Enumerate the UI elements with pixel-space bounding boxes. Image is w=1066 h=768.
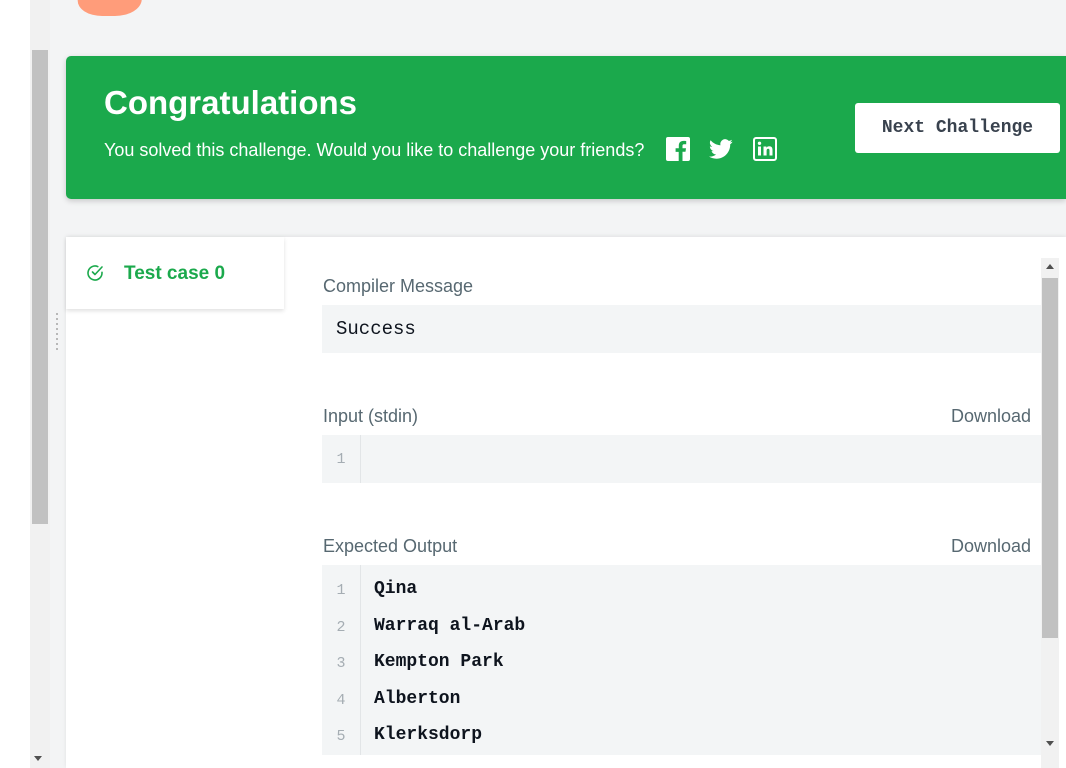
- expected-output-box: 1 Qina 2 Warraq al-Arab 3 Kempton Park 4…: [322, 565, 1041, 755]
- banner-title: Congratulations: [104, 84, 357, 121]
- results-scrollbar-thumb[interactable]: [1042, 278, 1058, 638]
- scroll-up-arrow[interactable]: [1046, 264, 1054, 269]
- input-label: Input (stdin): [323, 406, 419, 426]
- input-download-link[interactable]: Download: [951, 406, 1031, 427]
- output-line: Warraq al-Arab: [374, 616, 526, 636]
- tab-test-case-0[interactable]: Test case 0: [66, 237, 284, 309]
- output-line: Qina: [374, 579, 418, 599]
- linkedin-icon[interactable]: [753, 137, 777, 161]
- compiler-message-label: Compiler Message: [323, 276, 474, 296]
- input-box: 1: [322, 435, 1041, 483]
- congratulations-banner: Congratulations You solved this challeng…: [66, 56, 1066, 199]
- compiler-message-text: Success: [336, 318, 416, 340]
- panel-resize-handle[interactable]: [56, 313, 62, 353]
- left-margin: [0, 0, 30, 768]
- output-line: Kempton Park: [374, 652, 504, 672]
- next-challenge-button[interactable]: Next Challenge: [855, 103, 1060, 153]
- check-circle-icon: [87, 265, 103, 281]
- twitter-icon[interactable]: [709, 137, 733, 161]
- line-number: 2: [336, 619, 346, 636]
- test-case-label: Test case 0: [124, 263, 226, 284]
- avatar: [76, 0, 144, 16]
- banner-message: You solved this challenge. Would you lik…: [104, 140, 645, 160]
- output-line: Alberton: [374, 689, 461, 709]
- line-number: 5: [336, 728, 346, 745]
- line-number: 3: [336, 655, 346, 672]
- left-scroll-down-arrow[interactable]: [34, 756, 42, 761]
- line-number: 4: [336, 692, 346, 709]
- output-line: Klerksdorp: [374, 725, 483, 745]
- left-scrollbar-thumb[interactable]: [32, 50, 48, 524]
- line-number: 1: [336, 451, 346, 468]
- expected-output-download-link[interactable]: Download: [951, 536, 1031, 557]
- compiler-message-box: Success: [322, 305, 1041, 353]
- facebook-icon[interactable]: [666, 137, 690, 161]
- line-number: 1: [336, 582, 346, 599]
- expected-output-label: Expected Output: [323, 536, 458, 556]
- scroll-down-arrow[interactable]: [1046, 741, 1054, 746]
